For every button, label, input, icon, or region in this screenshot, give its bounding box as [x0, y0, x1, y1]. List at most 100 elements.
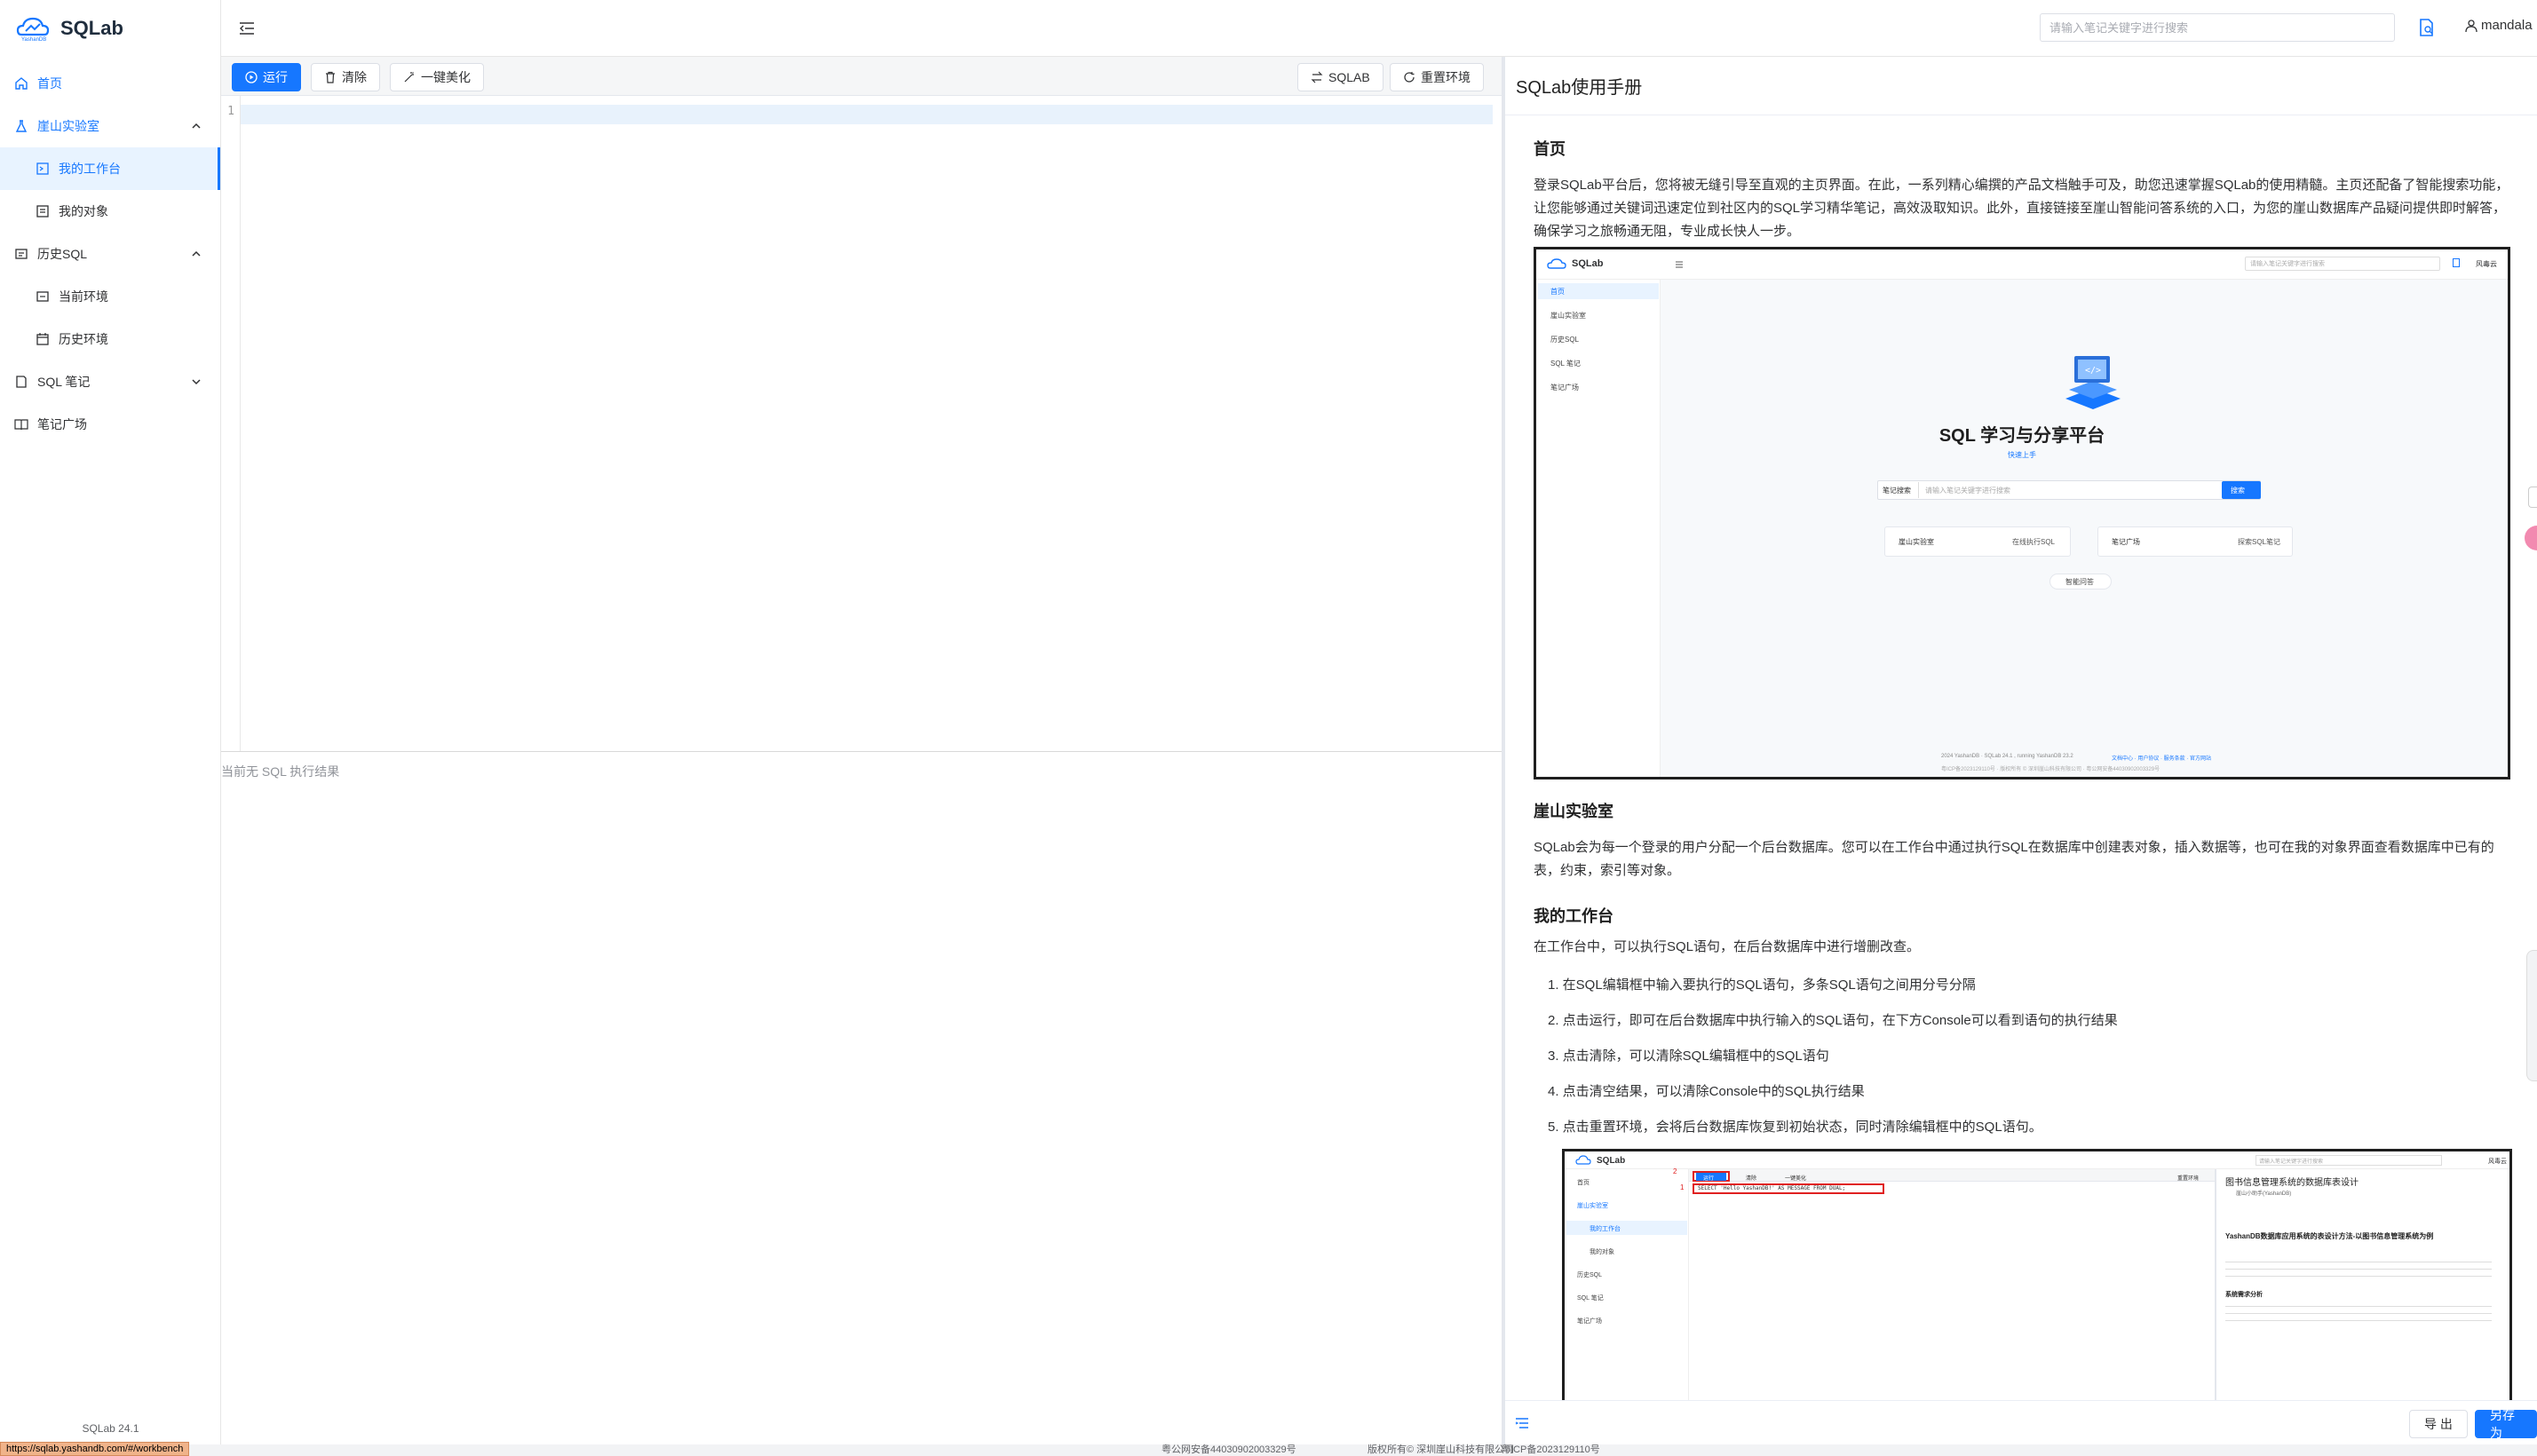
shot1-menu-item: SQL 笔记 — [1550, 360, 1581, 368]
shot2-doc-lines-2 — [2225, 1302, 2492, 1325]
sidebar: YashanDB SQLab 首页 崖山实验室 我的工作台 我的对象 历史SQL… — [0, 0, 221, 1456]
sidebar-item-my-objects[interactable]: 我的对象 — [0, 190, 220, 233]
shot1-search-sep — [1918, 482, 1919, 498]
step-item: 5. 点击重置环境，会将后台数据库恢复到初始状态，同时清除编辑框中的SQL语句。 — [1548, 1120, 2042, 1135]
shot2-doc-title: 图书信息管理系统的数据库表设计 — [2225, 1178, 2359, 1188]
sidebar-item-label: 崖山实验室 — [37, 119, 99, 133]
shot2-toolbar — [1689, 1169, 2215, 1182]
shot1-search-placeholder: 请输入笔记关键字进行搜索 — [2250, 261, 2325, 267]
clear-button[interactable]: 清除 — [311, 63, 380, 91]
sidebar-item-current-env[interactable]: 当前环境 — [0, 275, 220, 318]
shot1-sidebar — [1536, 280, 1661, 777]
shot1-hero-link: 快速上手 — [2008, 451, 2036, 459]
manual-footer: 导 出 另存为 — [1505, 1400, 2537, 1444]
shot2-doc-lines — [2225, 1258, 2492, 1281]
sidebar-menu: 首页 崖山实验室 我的工作台 我的对象 历史SQL 当前环境 历史环境 SQL … — [0, 62, 220, 446]
feedback-tab[interactable] — [2528, 487, 2537, 508]
shot1-user: 风毒云 — [2476, 260, 2497, 268]
manual-icon[interactable] — [2416, 18, 2436, 37]
manual-content: 首页 登录SQLab平台后，您将被无缝引导至直观的主页界面。在此，一系列精心编撰… — [1534, 115, 2510, 243]
shot2-doc-section: 系统需求分析 — [2225, 1292, 2263, 1298]
shot2-menu-active — [1566, 1221, 1687, 1235]
user-icon — [2465, 19, 2478, 32]
username: mandala — [2481, 18, 2533, 33]
sqlab-mode-button[interactable]: SQLAB — [1297, 63, 1383, 91]
shot2-menu-item: 首页 — [1577, 1180, 1590, 1186]
beautify-button[interactable]: 一键美化 — [390, 63, 484, 91]
shot2-brand: SQLab — [1597, 1156, 1626, 1166]
lab-paragraph: SQLab会为每一个登录的用户分配一个后台数据库。您可以在工作台中通过执行SQL… — [1534, 840, 2494, 878]
magic-wand-icon — [404, 72, 414, 83]
svg-text:YashanDB: YashanDB — [21, 37, 46, 42]
active-line[interactable] — [241, 105, 1493, 124]
sql-editor-area: 运行 清除 一键美化 SQLAB 重置环境 1 — [221, 57, 1502, 751]
sidebar-item-home[interactable]: 首页 — [0, 62, 220, 105]
sidebar-item-yashan-lab[interactable]: 崖山实验室 — [0, 105, 220, 147]
step-item: 1. 在SQL编辑框中输入要执行的SQL语句，多条SQL语句之间用分号分隔 — [1548, 977, 1976, 993]
swap-icon — [1311, 71, 1323, 83]
shot1-menu-item: 笔记广场 — [1550, 384, 1579, 392]
code-editor[interactable]: 1 — [221, 96, 1502, 751]
topbar: mandala — [221, 0, 2537, 57]
home-paragraph: 登录SQLab平台后，您将被无缝引导至直观的主页界面。在此，一系列精心编撰的产品… — [1534, 178, 2509, 239]
sidebar-item-sql-notes[interactable]: SQL 笔记 — [0, 360, 220, 403]
shot2-user: 风毒云 — [2488, 1159, 2507, 1165]
shot2-run-label: 运行 — [1703, 1176, 1715, 1182]
sidebar-item-history-sql[interactable]: 历史SQL — [0, 233, 220, 275]
shot1-search-btn-label: 搜索 — [2231, 487, 2245, 495]
shot1-menu-item: 首页 — [1550, 288, 1565, 296]
shot1-manual-icon — [2453, 258, 2460, 267]
chevron-up-icon — [192, 123, 201, 129]
shot2-search-placeholder: 请输入笔记关键字进行搜索 — [2259, 1159, 2324, 1165]
history-icon — [14, 247, 28, 261]
shot2-menu-item: 笔记广场 — [1577, 1318, 1602, 1325]
run-label: 运行 — [263, 70, 288, 84]
reset-env-button[interactable]: 重置环境 — [1390, 63, 1484, 91]
step-item: 4. 点击清空结果，可以清除Console中的SQL执行结果 — [1548, 1084, 1865, 1099]
object-icon — [36, 204, 50, 218]
home-icon — [14, 76, 28, 91]
run-button[interactable]: 运行 — [232, 63, 301, 91]
shot1-menu-item: 历史SQL — [1550, 336, 1580, 344]
shot1-menu-item: 崖山实验室 — [1550, 312, 1586, 320]
toc-icon[interactable] — [1514, 1415, 1530, 1431]
sidebar-item-label: 首页 — [37, 76, 62, 91]
sidebar-item-note-square[interactable]: 笔记广场 — [0, 403, 220, 446]
workbench-paragraph: 在工作台中，可以执行SQL语句，在后台数据库中进行增删改查。 — [1534, 939, 1921, 954]
trash-icon — [326, 71, 335, 83]
shot1-footer2: 粤ICP备2023129110号 · 版权所有 © 深圳崖山科技有限公司 · 粤… — [1941, 767, 2160, 772]
sidebar-item-workbench[interactable]: 我的工作台 — [0, 147, 220, 190]
export-button[interactable]: 导 出 — [2409, 1410, 2468, 1438]
page-footer: 粤公网安备44030902003329号 版权所有© 深圳崖山科技有限公司 粤I… — [0, 1444, 2537, 1456]
shot1-card-lab-left: 崖山实验室 — [1899, 538, 1934, 546]
save-as-button[interactable]: 另存为 — [2475, 1408, 2537, 1440]
line-gutter: 1 — [221, 96, 241, 751]
shot1-footer1: 2024 YashanDB · SQLab 24.1 , running Yas… — [1941, 754, 2073, 759]
shot1-card-square-right: 探索SQL笔记 — [2238, 538, 2281, 546]
section-heading-home: 首页 — [1534, 140, 1566, 158]
menu-fold-icon[interactable] — [237, 19, 257, 38]
note-search-input[interactable] — [2040, 13, 2395, 42]
shot2-doc-author: 崖山小助手(YashanDB) — [2236, 1191, 2292, 1197]
shot2-logo-icon — [1575, 1155, 1591, 1165]
shot2-beautify-label: 一键美化 — [1785, 1176, 1807, 1182]
shot1-hero-illustration-icon: </> — [2065, 356, 2121, 409]
shot1-hero-title: SQL 学习与分享平台 — [1938, 426, 2105, 446]
sidebar-item-label: 历史SQL — [37, 247, 88, 261]
shot1-search-box: 请输入笔记关键字进行搜索 — [1925, 487, 2010, 495]
console-empty-message: 当前无 SQL 执行结果 — [221, 764, 340, 779]
editor-toolbar: 运行 清除 一键美化 SQLAB 重置环境 — [221, 57, 1502, 96]
brand[interactable]: YashanDB SQLab — [0, 0, 220, 57]
user-menu[interactable]: mandala — [2464, 18, 2533, 33]
workbench-icon — [36, 162, 50, 176]
app-version: SQLab 24.1 — [82, 1422, 139, 1435]
shot2-menu-item: 崖山实验室 — [1577, 1203, 1608, 1209]
sidebar-item-label: 我的工作台 — [59, 162, 121, 176]
env-icon — [36, 289, 50, 304]
shot1-qa: 智能问答 — [2065, 578, 2094, 586]
sidebar-item-history-env[interactable]: 历史环境 — [0, 318, 220, 360]
side-tool-dock[interactable] — [2526, 950, 2537, 1081]
manual-content-2: 崖山实验室 SQLab会为每一个登录的用户分配一个后台数据库。您可以在工作台中通… — [1534, 799, 2510, 1145]
step-item: 2. 点击运行，即可在后台数据库中执行输入的SQL语句，在下方Console可以… — [1548, 1013, 2118, 1028]
calendar-icon — [36, 332, 50, 346]
